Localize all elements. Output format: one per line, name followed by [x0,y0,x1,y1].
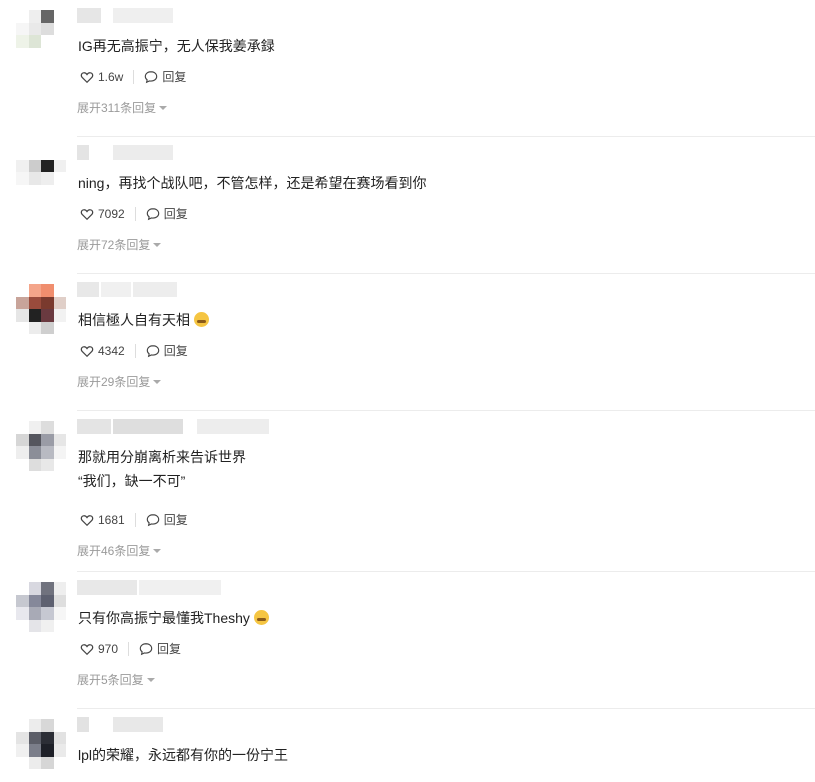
divider [134,206,136,221]
expand-replies-label: 展开72条回复 [77,238,151,252]
divider [128,641,130,656]
divider [134,343,136,358]
divider [134,512,136,527]
heart-icon [80,345,94,357]
reply-button[interactable]: 回复 [146,511,188,528]
like-count: 7092 [98,206,125,221]
heart-icon [80,514,94,526]
username[interactable] [77,580,221,595]
avatar[interactable] [16,10,66,60]
sunglasses-face-emoji [253,610,269,625]
like-button[interactable]: 7092 [80,207,125,221]
comment-actions: 1.6w 回复 [80,68,186,85]
crying-face-emoji [194,312,209,327]
comment-item: IG再无高振宁，无人保我姜承録 1.6w 回复 展开311条回复 [0,0,815,137]
like-count: 1681 [98,512,125,527]
avatar[interactable] [16,719,66,769]
comment-bubble-icon [146,344,159,357]
heart-icon [80,208,94,220]
comment-actions: 970 回复 [80,640,181,657]
caret-down-icon [153,380,162,384]
avatar[interactable] [16,582,66,632]
comment-text: 相信極人自有天相 [78,308,209,332]
like-button[interactable]: 970 [80,642,118,656]
expand-replies-label: 展开29条回复 [77,375,151,389]
reply-button[interactable]: 回复 [139,640,181,657]
avatar[interactable] [16,147,66,197]
caret-down-icon [146,678,155,682]
expand-replies-label: 展开5条回复 [77,673,144,687]
expand-replies-label: 展开46条回复 [77,544,151,558]
username[interactable] [77,717,163,732]
comment-bubble-icon [146,207,159,220]
reply-label: 回复 [157,642,182,656]
comment-bubble-icon [145,70,158,83]
caret-down-icon [153,549,162,553]
avatar[interactable] [16,421,66,471]
reply-button[interactable]: 回复 [146,205,188,222]
heart-icon [80,643,94,655]
caret-down-icon [159,106,168,110]
like-count: 1.6w [98,69,124,84]
reply-label: 回复 [163,207,188,221]
divider [133,69,135,84]
like-button[interactable]: 1681 [80,513,125,527]
reply-label: 回复 [163,344,188,358]
comment-text: 那就用分崩离析来告诉世界 “我们，缺一不可” [78,449,246,489]
comment-text: ning，再找个战队吧，不管怎样，还是希望在赛场看到你 [78,175,427,191]
like-count: 4342 [98,343,125,358]
expand-replies-label: 展开311条回复 [77,101,157,115]
comment-bubble-icon [139,642,153,655]
caret-down-icon [153,243,162,247]
username[interactable] [77,8,173,23]
username[interactable] [77,145,173,160]
comment-item: 那就用分崩离析来告诉世界 “我们，缺一不可” 1681 回复 展开46条回复 [0,411,815,572]
comment-bubble-icon [146,513,159,526]
username[interactable] [77,419,269,434]
comment-item: ning，再找个战队吧，不管怎样，还是希望在赛场看到你 7092 回复 展开72… [0,137,815,274]
comment-actions: 1681 回复 [80,511,188,528]
comment-actions: 4342 回复 [80,342,188,359]
username[interactable] [77,282,177,297]
comment-item: lpl的荣耀，永远都有你的一份宁王 [0,709,815,779]
comment-text: 只有你高振宁最懂我Theshy [78,606,269,630]
reply-button[interactable]: 回复 [144,68,186,85]
comment-text: lpl的荣耀，永远都有你的一份宁王 [78,747,289,763]
comment-item: 相信極人自有天相 4342 回复 展开29条回复 [0,274,815,411]
like-count: 970 [98,641,119,656]
like-button[interactable]: 1.6w [80,70,123,84]
reply-label: 回复 [163,513,188,527]
expand-replies[interactable]: 展开72条回复 [77,236,162,253]
expand-replies[interactable]: 展开29条回复 [77,373,162,390]
expand-replies[interactable]: 展开311条回复 [77,99,168,116]
reply-label: 回复 [162,70,187,84]
comment-actions: 7092 回复 [80,205,188,222]
expand-replies[interactable]: 展开5条回复 [77,671,155,688]
comment-text: IG再无高振宁，无人保我姜承録 [78,38,275,54]
avatar[interactable] [16,284,66,334]
comment-item: 只有你高振宁最懂我Theshy 970 回复 展开5条回复 [0,572,815,709]
expand-replies[interactable]: 展开46条回复 [77,542,162,559]
like-button[interactable]: 4342 [80,344,125,358]
heart-icon [80,71,94,83]
reply-button[interactable]: 回复 [146,342,188,359]
